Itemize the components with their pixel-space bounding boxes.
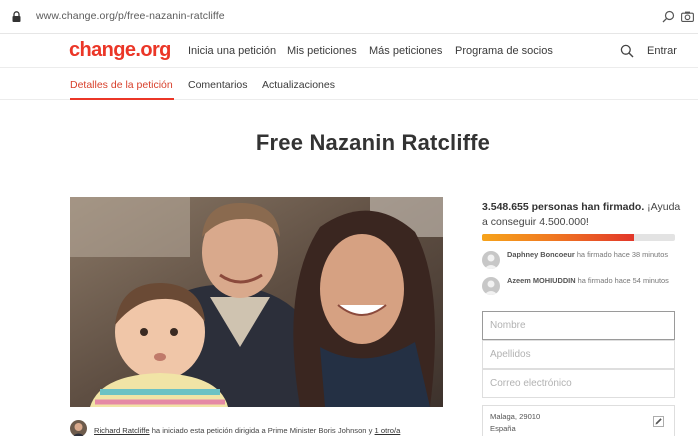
tab-petition-details[interactable]: Detalles de la petición [70,79,173,91]
recent-signer: Daphney Boncoeur ha firmado hace 38 minu… [482,250,682,273]
nav-my-petitions[interactable]: Mis peticiones [287,45,357,57]
signature-count-number: 3.548.655 personas han firmado. [482,201,645,213]
location-city: Malaga, 29010 [490,412,541,421]
starter-name-link[interactable]: Richard Ratcliffe [94,426,150,435]
petition-tabs: Detalles de la petición Comentarios Actu… [0,69,698,100]
email-field[interactable] [482,369,675,398]
url-text[interactable]: www.change.org/p/free-nazanin-ratcliffe [36,10,225,22]
signature-progress-fill [482,234,635,241]
other-targets-link[interactable]: 1 otro/a [375,426,401,435]
starter-description: ha iniciado esta petición dirigida a Pri… [149,426,375,435]
nav-more-petitions[interactable]: Más peticiones [369,45,442,57]
petition-starter: Richard Ratcliffe ha iniciado esta petic… [70,420,450,436]
tab-updates[interactable]: Actualizaciones [262,79,335,91]
starter-avatar[interactable] [70,420,87,436]
last-name-field[interactable] [482,340,675,369]
recent-signer-text: Daphney Boncoeur ha firmado hace 38 minu… [507,250,672,259]
location-country: España [490,424,516,433]
recent-signer-text: Azeem MOHIUDDIN ha firmado hace 54 minut… [507,276,672,285]
nav-partner-program[interactable]: Programa de socios [455,45,553,57]
first-name-input[interactable] [483,312,674,339]
site-header: change.org Inicia una petición Mis petic… [0,34,698,68]
email-input[interactable] [483,370,674,397]
signature-progress-bar [482,234,675,241]
signer-name: Daphney Boncoeur [507,250,575,259]
recent-signer: Azeem MOHIUDDIN ha firmado hace 54 minut… [482,276,682,299]
first-name-field[interactable] [482,311,675,340]
camera-icon[interactable] [681,11,694,22]
user-avatar-icon [482,251,500,269]
user-avatar-icon [482,277,500,295]
change-org-logo[interactable]: change.org [69,39,171,62]
signer-time: ha firmado hace 38 minutos [574,250,669,259]
find-icon[interactable] [662,10,675,23]
lock-icon [12,11,21,22]
browser-url-bar: www.change.org/p/free-nazanin-ratcliffe [0,0,698,34]
nav-start-petition[interactable]: Inicia una petición [188,45,276,57]
location-box[interactable]: Malaga, 29010 España [482,405,675,436]
search-icon[interactable] [620,44,634,58]
petition-title: Free Nazanin Ratcliffe [255,130,491,155]
signature-count: 3.548.655 personas han firmado. ¡Ayuda a… [482,200,682,230]
active-tab-indicator [70,98,174,100]
petition-photo[interactable] [70,197,443,407]
edit-icon[interactable] [653,416,664,427]
signer-name: Azeem MOHIUDDIN [507,276,576,285]
tab-comments[interactable]: Comentarios [188,79,248,91]
starter-text: Richard Ratcliffe ha iniciado esta petic… [94,426,400,435]
last-name-input[interactable] [483,341,674,368]
signer-time: ha firmado hace 54 minutos [575,276,669,285]
login-link[interactable]: Entrar [647,45,677,57]
